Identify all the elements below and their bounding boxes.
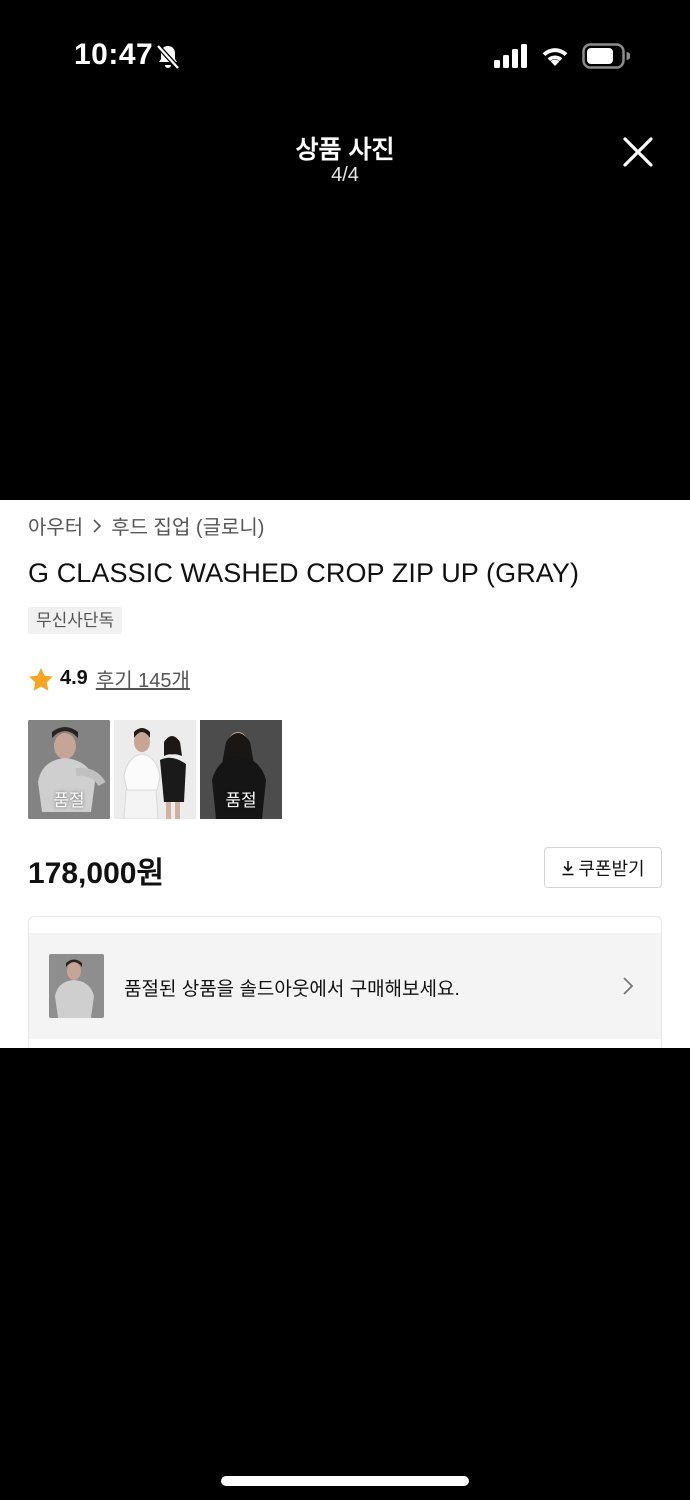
exclusive-badge: 무신사단독: [28, 607, 123, 634]
chevron-right-icon: [623, 977, 634, 995]
soldout-product-thumbnail: [49, 954, 104, 1018]
product-photo[interactable]: 아우터 후드 집업 (글로니) G CLASSIC WASHED CROP ZI…: [0, 500, 690, 1048]
viewer-title: 상품 사진: [295, 136, 395, 164]
status-bar: 10:47: [0, 0, 690, 100]
review-count-link: 후기 145개: [95, 670, 190, 692]
breadcrumb-category: 아우터: [28, 517, 84, 539]
rating-value: 4.9: [60, 667, 88, 689]
status-time: 10:47: [74, 38, 154, 71]
soldout-card: 품절된 상품을 솔드아웃에서 구매해보세요.: [28, 916, 662, 1048]
rating-row: 4.9 후기 145개: [28, 664, 190, 693]
product-name: G CLASSIC WASHED CROP ZIP UP (GRAY): [28, 558, 580, 588]
product-price: 178,000원: [28, 857, 165, 890]
chevron-right-icon: [93, 518, 102, 533]
download-icon: [562, 860, 574, 875]
coupon-button-label: 쿠폰받기: [578, 858, 645, 879]
bell-slash-icon: [156, 44, 180, 70]
photo-counter: 4/4: [0, 164, 690, 187]
thumbnail-black: 품절: [200, 720, 282, 819]
photo-counter-total: 4: [347, 164, 359, 186]
home-indicator[interactable]: [221, 1476, 469, 1486]
breadcrumb: 아우터 후드 집업 (글로니): [28, 511, 264, 540]
breadcrumb-subcategory: 후드 집업 (글로니): [111, 517, 265, 539]
thumbnail-soldout-label: 품절: [53, 791, 85, 810]
color-thumbnails: 품절 품절: [28, 720, 282, 819]
wifi-icon: [542, 48, 568, 66]
thumbnail-white-image: [114, 720, 196, 819]
cellular-signal-icon: [494, 44, 527, 68]
photo-counter-current: 4: [331, 164, 343, 186]
close-icon[interactable]: [616, 130, 660, 174]
thumbnail-soldout-label: 품절: [225, 791, 257, 810]
star-icon: [29, 667, 53, 691]
photo-viewer-header: 상품 사진 4/4: [0, 110, 690, 200]
soldout-banner: 품절된 상품을 솔드아웃에서 구매해보세요.: [29, 933, 661, 1039]
thumbnail-white: [114, 720, 196, 819]
photo-viewer-screen: 10:47 상품 사진 4/4 아우터 후드 집업 (글로니) G CLASSI…: [0, 0, 690, 1500]
battery-icon: [582, 43, 630, 69]
soldout-banner-text: 품절된 상품을 솔드아웃에서 구매해보세요.: [124, 979, 460, 1000]
thumbnail-gray: 품절: [28, 720, 110, 819]
coupon-button: 쿠폰받기: [544, 847, 662, 888]
